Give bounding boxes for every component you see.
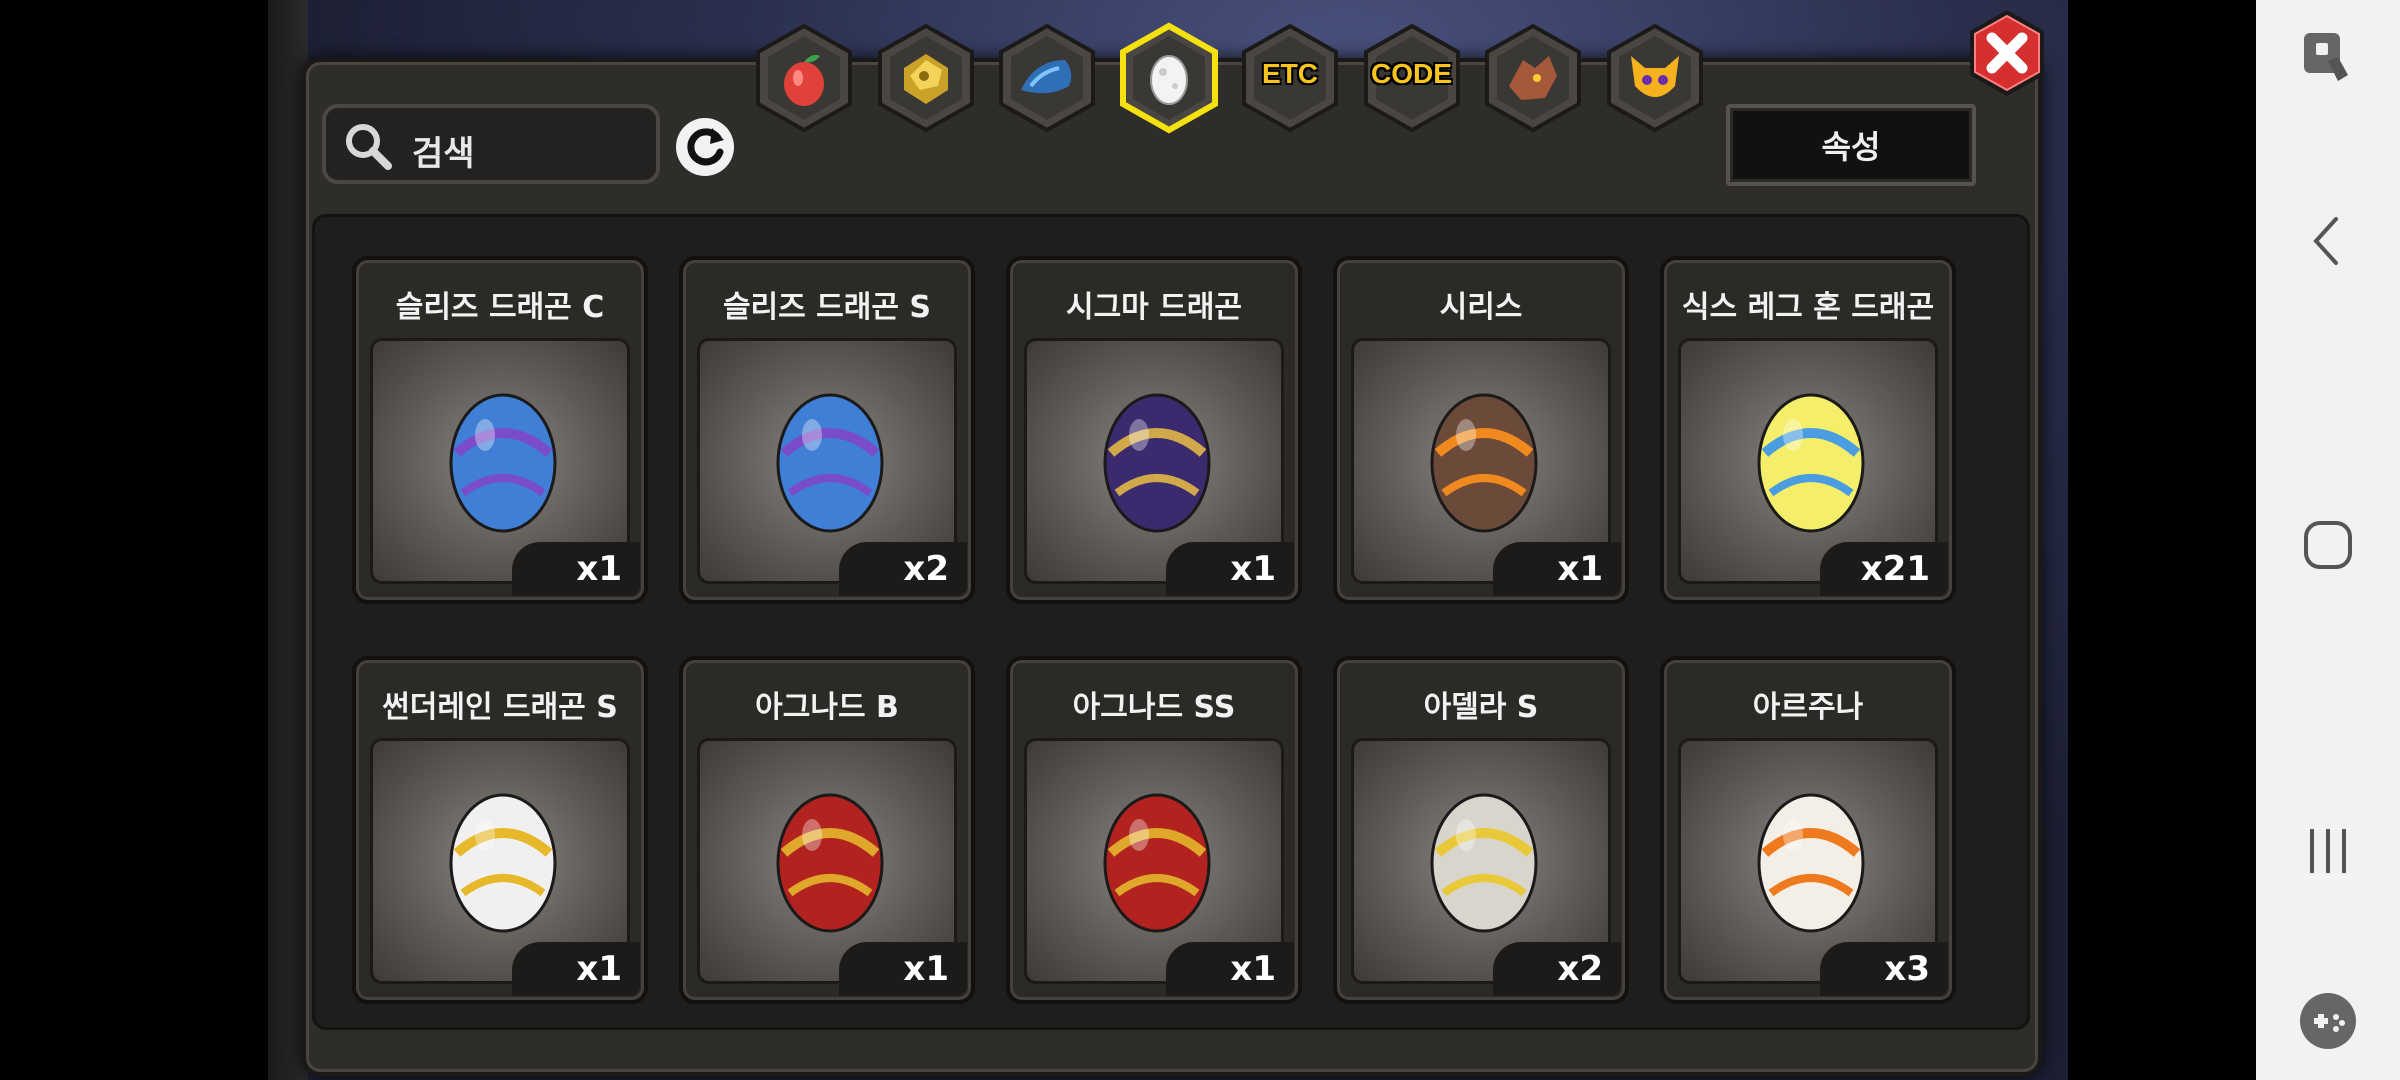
item-name: 아르주나 xyxy=(1752,690,1864,725)
item-card[interactable]: 식스 레그 혼 드래곤 x21 xyxy=(1660,256,1956,604)
tab-egg[interactable] xyxy=(1117,22,1221,134)
item-count: x3 xyxy=(1820,942,1948,996)
fruit-icon xyxy=(772,46,836,114)
dragon-egg-icon xyxy=(776,393,884,533)
tab-mask[interactable] xyxy=(1603,22,1707,134)
dragon-scale-icon xyxy=(1015,46,1079,114)
screen-lock-icon xyxy=(2304,33,2348,81)
item-card[interactable]: 시그마 드래곤 x1 xyxy=(1006,256,1302,604)
item-name: 썬더레인 드래곤 S xyxy=(382,690,618,725)
item-count: x2 xyxy=(1493,942,1621,996)
attribute-filter-button[interactable]: 속성 xyxy=(1726,104,1976,186)
dragon-egg-icon xyxy=(449,393,557,533)
tab-code[interactable]: CODE xyxy=(1360,22,1464,134)
mask-icon xyxy=(1623,46,1687,114)
tab-etc[interactable]: ETC xyxy=(1238,22,1342,134)
recents-icon xyxy=(2310,829,2346,873)
game-tools-icon xyxy=(2300,993,2356,1049)
item-count: x1 xyxy=(839,942,967,996)
screen-lock-button[interactable] xyxy=(2256,12,2400,102)
tab-scale[interactable] xyxy=(995,22,1099,134)
item-name: 슬리즈 드래곤 C xyxy=(395,290,605,325)
item-count: x1 xyxy=(1166,942,1294,996)
item-name: 시리스 xyxy=(1439,290,1523,325)
tab-label: CODE xyxy=(1371,58,1452,89)
dragon-egg-icon xyxy=(1430,393,1538,533)
dragon-egg-icon xyxy=(449,793,557,933)
close-button[interactable] xyxy=(1960,6,2054,100)
search-icon xyxy=(346,124,392,170)
tab-label: ETC xyxy=(1262,58,1318,89)
item-name: 아델라 S xyxy=(1423,690,1539,725)
refresh-icon xyxy=(687,128,724,166)
item-name: 슬리즈 드래곤 S xyxy=(722,290,932,325)
dragon-egg-icon xyxy=(1103,393,1211,533)
search-placeholder: 검색 xyxy=(412,134,475,174)
game-tools-button[interactable] xyxy=(2256,976,2400,1066)
tab-fruit[interactable] xyxy=(752,22,856,134)
item-card[interactable]: 아그나드 SS x1 xyxy=(1006,656,1302,1004)
item-card[interactable]: 아그나드 B x1 xyxy=(679,656,975,1004)
dragon-egg-icon xyxy=(1430,793,1538,933)
dragon-egg-icon xyxy=(1757,793,1865,933)
refresh-button[interactable] xyxy=(676,118,734,176)
egg-icon xyxy=(1137,46,1201,114)
item-card[interactable]: 슬리즈 드래곤 C x1 xyxy=(352,256,648,604)
item-count: x2 xyxy=(839,542,967,596)
item-name: 아그나드 B xyxy=(755,690,899,725)
search-input[interactable]: 검색 xyxy=(322,104,660,184)
back-button[interactable] xyxy=(2256,196,2400,286)
recents-button[interactable] xyxy=(2256,806,2400,896)
item-card[interactable]: 썬더레인 드래곤 S x1 xyxy=(352,656,648,1004)
home-button[interactable] xyxy=(2256,500,2400,590)
item-name: 아그나드 SS xyxy=(1072,690,1236,725)
item-count: x1 xyxy=(1166,542,1294,596)
item-count: x1 xyxy=(512,542,640,596)
item-card[interactable]: 슬리즈 드래곤 S x2 xyxy=(679,256,975,604)
item-name: 시그마 드래곤 xyxy=(1065,290,1243,325)
system-nav-bar xyxy=(2256,0,2400,1080)
item-count: x1 xyxy=(1493,542,1621,596)
back-icon xyxy=(2313,217,2338,265)
tab-dragon[interactable] xyxy=(1481,22,1585,134)
item-card[interactable]: 아델라 S x2 xyxy=(1333,656,1629,1004)
gold-ore-icon xyxy=(894,46,958,114)
item-card[interactable]: 아르주나 x3 xyxy=(1660,656,1956,1004)
dragon-head-icon xyxy=(1501,46,1565,114)
game-viewport: 검색 속성 ETC CODE 슬리즈 드래곤 C x1 슬리즈 드래곤 S x2 시그마 … xyxy=(0,0,2256,1080)
dragon-egg-icon xyxy=(1103,793,1211,933)
item-card[interactable]: 시리스 x1 xyxy=(1333,256,1629,604)
dragon-egg-icon xyxy=(776,793,884,933)
tab-gold[interactable] xyxy=(874,22,978,134)
item-name: 식스 레그 혼 드래곤 xyxy=(1681,290,1935,325)
home-icon xyxy=(2304,521,2352,569)
dragon-egg-icon xyxy=(1757,393,1865,533)
item-count: x21 xyxy=(1820,542,1948,596)
item-count: x1 xyxy=(512,942,640,996)
close-icon xyxy=(1970,10,2044,96)
